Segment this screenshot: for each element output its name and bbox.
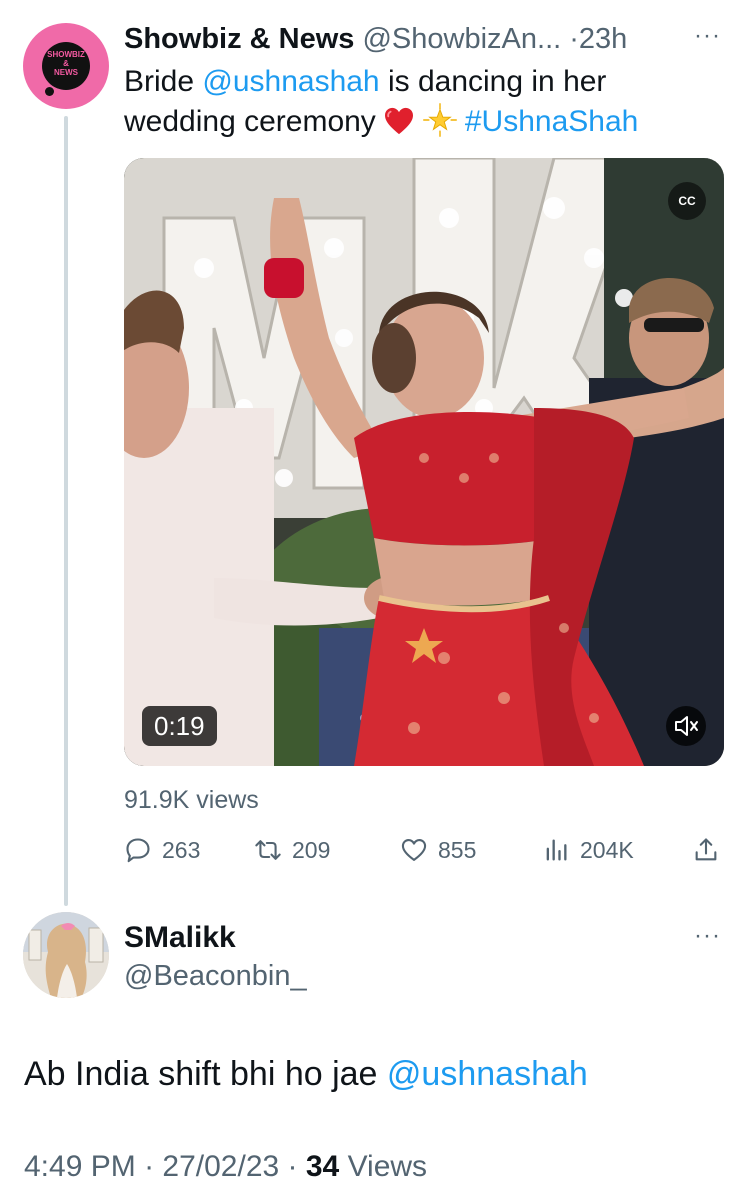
reply-more-options-icon[interactable]: ··· [694, 922, 721, 950]
retweet-icon [255, 840, 281, 860]
video-view-count: 91.9K views [124, 786, 259, 814]
hashtag-link[interactable]: #UshnaShah [465, 105, 638, 138]
tweet-time[interactable]: 23h [579, 23, 627, 55]
reply-view-count[interactable]: 34 [306, 1150, 339, 1183]
tweet-actions-bar: 263 209 855 204K [124, 832, 724, 868]
author-handle[interactable]: @ShowbizAn... [362, 23, 561, 55]
bar-chart-icon [546, 839, 567, 861]
heart-icon [401, 839, 427, 861]
glowing-star-emoji-icon [422, 103, 457, 137]
reply-time[interactable]: 4:49 PM [24, 1150, 136, 1183]
header-separator: · [569, 23, 579, 55]
share-icon [695, 838, 717, 861]
tweet-header: Showbiz & News @ShowbizAn... ·23h [124, 20, 684, 58]
video-player[interactable]: CC 0:19 [124, 158, 724, 766]
reply-date[interactable]: 27/02/23 [162, 1150, 279, 1183]
author-display-name[interactable]: Showbiz & News [124, 23, 354, 55]
red-heart-emoji-icon [385, 107, 414, 135]
video-duration: 0:19 [142, 706, 217, 746]
tweet-text: Bride @ushnashah is dancing in her weddi… [124, 65, 639, 138]
retweet-button[interactable]: 209 [254, 832, 330, 868]
video-frame [124, 158, 724, 766]
avatar-logo: SHOWBIZ & NEWS [42, 42, 90, 90]
mention-link[interactable]: @ushnashah [202, 65, 379, 98]
share-button[interactable] [692, 832, 720, 868]
reply-author-display-name[interactable]: SMalikk [124, 920, 236, 956]
avatar-photo [23, 912, 109, 998]
reply-author-handle[interactable]: @Beaconbin_ [124, 958, 307, 994]
like-button[interactable]: 855 [400, 832, 476, 868]
reply-text: Ab India shift bhi ho jae @ushnashah [24, 1055, 588, 1093]
speaker-muted-icon[interactable] [666, 706, 706, 746]
closed-captions-button[interactable]: CC [668, 182, 706, 220]
impressions-button[interactable]: 204K [542, 832, 634, 868]
reply-button[interactable]: 263 [124, 832, 200, 868]
reply-mention-link[interactable]: @ushnashah [387, 1055, 588, 1093]
more-options-icon[interactable]: ··· [694, 22, 721, 50]
reply-icon [126, 838, 150, 863]
avatar-logo-tail [45, 87, 54, 96]
reply-metadata: 4:49 PM · 27/02/23 · 34 Views [24, 1150, 428, 1183]
author-avatar[interactable]: SHOWBIZ & NEWS [23, 23, 109, 109]
reply-author-avatar[interactable] [23, 912, 109, 998]
thread-connector-line [64, 116, 68, 906]
